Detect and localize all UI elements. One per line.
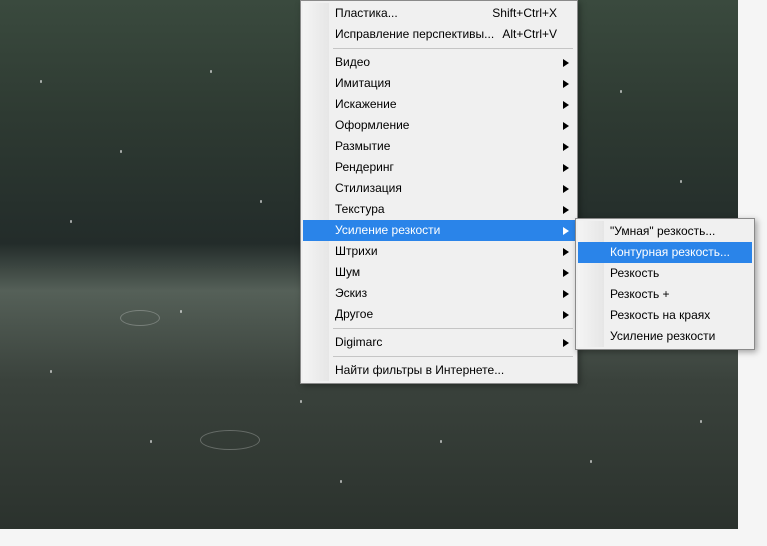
- menu-item-label: Эскиз: [335, 286, 367, 300]
- sharpen-submenu: "Умная" резкость... Контурная резкость...…: [575, 218, 755, 350]
- menu-item[interactable]: Эскиз: [303, 283, 575, 304]
- submenu-item[interactable]: "Умная" резкость...: [578, 221, 752, 242]
- submenu-item-label: "Умная" резкость...: [610, 224, 715, 238]
- chevron-right-icon: [563, 339, 569, 347]
- menu-item-label: Видео: [335, 55, 370, 69]
- menu-item-label: Шум: [335, 265, 360, 279]
- chevron-right-icon: [563, 269, 569, 277]
- chevron-right-icon: [563, 290, 569, 298]
- chevron-right-icon: [563, 227, 569, 235]
- submenu-item[interactable]: Резкость +: [578, 284, 752, 305]
- menu-item-label: Оформление: [335, 118, 409, 132]
- menu-item[interactable]: Шум: [303, 262, 575, 283]
- chevron-right-icon: [563, 185, 569, 193]
- menu-shortcut: Alt+Ctrl+V: [502, 24, 557, 45]
- chevron-right-icon: [563, 248, 569, 256]
- submenu-item-label: Резкость на краях: [610, 308, 710, 322]
- submenu-item-label: Усиление резкости: [610, 329, 715, 343]
- menu-shortcut: Shift+Ctrl+X: [492, 3, 557, 24]
- menu-item[interactable]: Текстура: [303, 199, 575, 220]
- menu-separator: [303, 325, 575, 332]
- menu-item-label: Стилизация: [335, 181, 402, 195]
- menu-item[interactable]: Штрихи: [303, 241, 575, 262]
- submenu-item-label: Резкость +: [610, 287, 670, 301]
- menu-separator: [303, 353, 575, 360]
- submenu-item[interactable]: Контурная резкость...: [578, 242, 752, 263]
- submenu-item-label: Резкость: [610, 266, 659, 280]
- menu-item[interactable]: Рендеринг: [303, 157, 575, 178]
- submenu-item[interactable]: Усиление резкости: [578, 326, 752, 347]
- menu-item[interactable]: Имитация: [303, 73, 575, 94]
- menu-item-label: Рендеринг: [335, 160, 394, 174]
- submenu-item[interactable]: Резкость: [578, 263, 752, 284]
- chevron-right-icon: [563, 59, 569, 67]
- menu-item-label: Пластика...: [335, 6, 398, 20]
- menu-item-label: Исправление перспективы...: [335, 27, 494, 41]
- menu-item[interactable]: Стилизация: [303, 178, 575, 199]
- chevron-right-icon: [563, 122, 569, 130]
- chevron-right-icon: [563, 311, 569, 319]
- chevron-right-icon: [563, 80, 569, 88]
- menu-item-label: Имитация: [335, 76, 391, 90]
- menu-item-label: Размытие: [335, 139, 390, 153]
- chevron-right-icon: [563, 164, 569, 172]
- menu-item-label: Искажение: [335, 97, 397, 111]
- menu-item[interactable]: Оформление: [303, 115, 575, 136]
- menu-item[interactable]: Найти фильтры в Интернете...: [303, 360, 575, 381]
- chevron-right-icon: [563, 101, 569, 109]
- menu-item-label: Штрихи: [335, 244, 378, 258]
- menu-item[interactable]: Digimarc: [303, 332, 575, 353]
- filter-menu: Пластика...Shift+Ctrl+XИсправление персп…: [300, 0, 578, 384]
- menu-item-label: Digimarc: [335, 335, 382, 349]
- menu-separator: [303, 45, 575, 52]
- menu-item[interactable]: Пластика... Shift+Ctrl+X: [303, 3, 575, 24]
- chevron-right-icon: [563, 143, 569, 151]
- menu-item-label: Найти фильтры в Интернете...: [335, 363, 504, 377]
- chevron-right-icon: [563, 206, 569, 214]
- menu-item[interactable]: Другое: [303, 304, 575, 325]
- submenu-item[interactable]: Резкость на краях: [578, 305, 752, 326]
- menu-item[interactable]: Размытие: [303, 136, 575, 157]
- menu-item[interactable]: Усиление резкости: [303, 220, 575, 241]
- menu-item-label: Усиление резкости: [335, 223, 440, 237]
- menu-item[interactable]: Видео: [303, 52, 575, 73]
- menu-item[interactable]: Искажение: [303, 94, 575, 115]
- submenu-item-label: Контурная резкость...: [610, 245, 730, 259]
- menu-item[interactable]: Исправление перспективы... Alt+Ctrl+V: [303, 24, 575, 45]
- menu-item-label: Текстура: [335, 202, 385, 216]
- menu-item-label: Другое: [335, 307, 373, 321]
